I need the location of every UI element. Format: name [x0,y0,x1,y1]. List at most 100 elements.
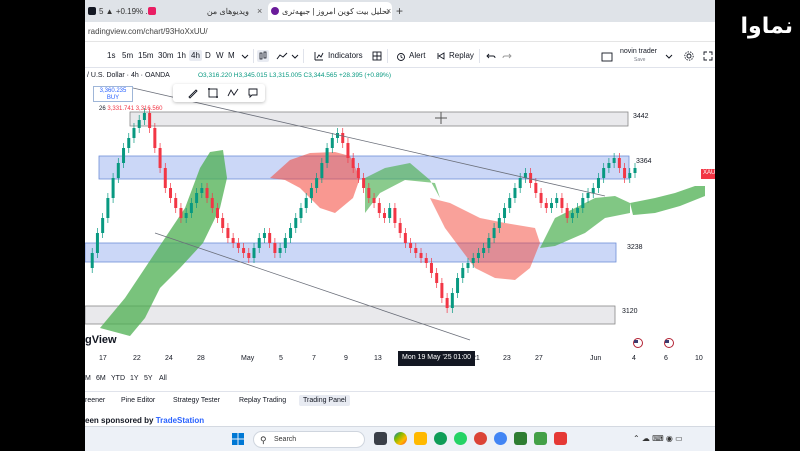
candle-body [581,198,585,208]
candle-body [132,128,136,138]
candle-body [429,263,433,273]
candle-body [95,233,99,253]
ohlc-values: O3,316.220 H3,345.015 L3,315.005 C3,344.… [198,72,391,79]
app-icon[interactable] [534,432,547,445]
system-tray[interactable]: ⌃ ☁ ⌨ ◉ ▭ [633,434,683,443]
timeframe-1h[interactable]: 1h [177,51,186,60]
alert-button[interactable]: Alert [409,51,425,60]
time-tick: 23 [503,355,511,362]
whatsapp-icon[interactable] [454,432,467,445]
screen: 5 ▲ +0.19% ... ویدیوهای من × × تحلیل بیت… [85,0,715,451]
camtasia-icon[interactable] [514,432,527,445]
pdf-reader-icon[interactable] [474,432,487,445]
us-flag-icon[interactable] [632,338,644,348]
layout-icon[interactable] [371,50,383,62]
fullscreen-icon[interactable] [702,50,714,62]
redo-icon[interactable] [501,50,513,62]
recorder-app-icon[interactable] [554,432,567,445]
annotation-tool-icon[interactable] [247,87,259,99]
buy-price-box[interactable]: 3,360.235 BUY [93,86,133,102]
url-text[interactable]: radingview.com/chart/93HoXxUU/ [88,27,208,36]
windows-taskbar: ⚲ Search ⌃ ☁ ⌨ ◉ ▭ [85,426,715,451]
chevron-down-icon[interactable] [289,50,301,62]
timeframe-5m[interactable]: 5m [122,51,133,60]
chrome-icon[interactable] [494,432,507,445]
edge-browser-icon[interactable] [434,432,447,445]
timeframe-30m[interactable]: 30m [158,51,174,60]
chart-toolbar: 1s 5m 15m 30m 1h 4h D W M Indicators Ale… [85,44,715,68]
browser-tab[interactable]: 5 ▲ +0.19% ... [85,2,152,20]
new-tab-button[interactable]: + [396,4,403,18]
watermark-text: نماوا [741,14,794,39]
us-flag-icon[interactable] [663,338,675,348]
pencil-icon[interactable] [187,87,199,99]
timeframe-1s[interactable]: 1s [107,51,115,60]
range-1y[interactable]: 1Y [130,375,139,382]
browser-tab[interactable]: ویدیوهای من × [145,2,255,20]
range-1m[interactable]: M [85,375,91,382]
chevron-down-icon[interactable] [663,50,675,62]
pattern-tool-icon[interactable] [227,87,239,99]
indicators-icon[interactable] [313,50,325,62]
candle-body [195,193,199,203]
alarm-clock-icon[interactable] [395,50,407,62]
layout-select-icon[interactable] [601,51,613,63]
chevron-down-icon[interactable] [239,50,251,62]
tradingview-favicon-icon [88,7,96,15]
taskbar-search-input[interactable]: ⚲ Search [253,431,365,448]
address-bar[interactable]: radingview.com/chart/93HoXxUU/ [85,22,715,42]
tab-screener[interactable]: reener [85,397,105,404]
tab-replay-trading[interactable]: Replay Trading [239,397,286,404]
timeframe-w[interactable]: W [216,51,224,60]
time-tick: 24 [165,355,173,362]
tab-strategy-tester[interactable]: Strategy Tester [173,397,220,404]
tab-trading-panel[interactable]: Trading Panel [299,395,351,406]
candle-body [158,148,162,168]
symbol-title[interactable]: / U.S. Dollar · 4h · OANDA [87,72,170,79]
candle-body [628,173,632,178]
range-6m[interactable]: 6M [96,375,106,382]
price-chart[interactable] [85,68,715,370]
candle-body [294,218,298,228]
tab-pine-editor[interactable]: Pine Editor [121,397,155,404]
candle-body [377,203,381,213]
replay-button[interactable]: Replay [449,51,474,60]
candle-body [111,178,115,198]
windows-start-icon[interactable] [232,433,244,445]
tab-close-icon[interactable]: × [386,6,391,16]
timeframe-d[interactable]: D [205,51,211,60]
line-chart-icon[interactable] [276,50,288,62]
undo-icon[interactable] [485,50,497,62]
tab-close-icon[interactable]: × [257,6,262,16]
candles-icon[interactable] [257,50,269,62]
time-tick: 7 [312,355,316,362]
candle-body [529,173,533,183]
browser-tab-active[interactable]: تحلیل بیت کوین امروز | جبهه‌تری [268,2,392,20]
gear-icon[interactable] [683,50,695,62]
indicators-button[interactable]: Indicators [328,51,363,60]
candle-body [346,143,350,158]
replay-icon[interactable] [435,50,447,62]
candle-body [393,208,397,223]
file-explorer-icon[interactable] [414,432,427,445]
range-ytd[interactable]: YTD [111,375,125,382]
range-all[interactable]: All [159,375,167,382]
time-tick: 6 [664,355,668,362]
task-view-icon[interactable] [374,432,387,445]
candle-body [503,208,507,218]
sponsor-brand[interactable]: TradeStation [156,416,204,425]
timeframe-4h[interactable]: 4h [189,50,202,61]
range-5y[interactable]: 5Y [144,375,153,382]
candle-body [142,113,146,120]
rectangle-tool-icon[interactable] [207,87,219,99]
candle-body [607,163,611,168]
candle-body [101,218,105,233]
account-name[interactable]: novin trader [620,48,657,55]
ichimoku-cloud-bearish [430,198,540,280]
buy-label: BUY [106,95,120,101]
copilot-icon[interactable] [394,432,407,445]
timeframe-m[interactable]: M [228,51,235,60]
candle-body [231,238,235,243]
candle-body [215,208,219,218]
timeframe-15m[interactable]: 15m [138,51,154,60]
